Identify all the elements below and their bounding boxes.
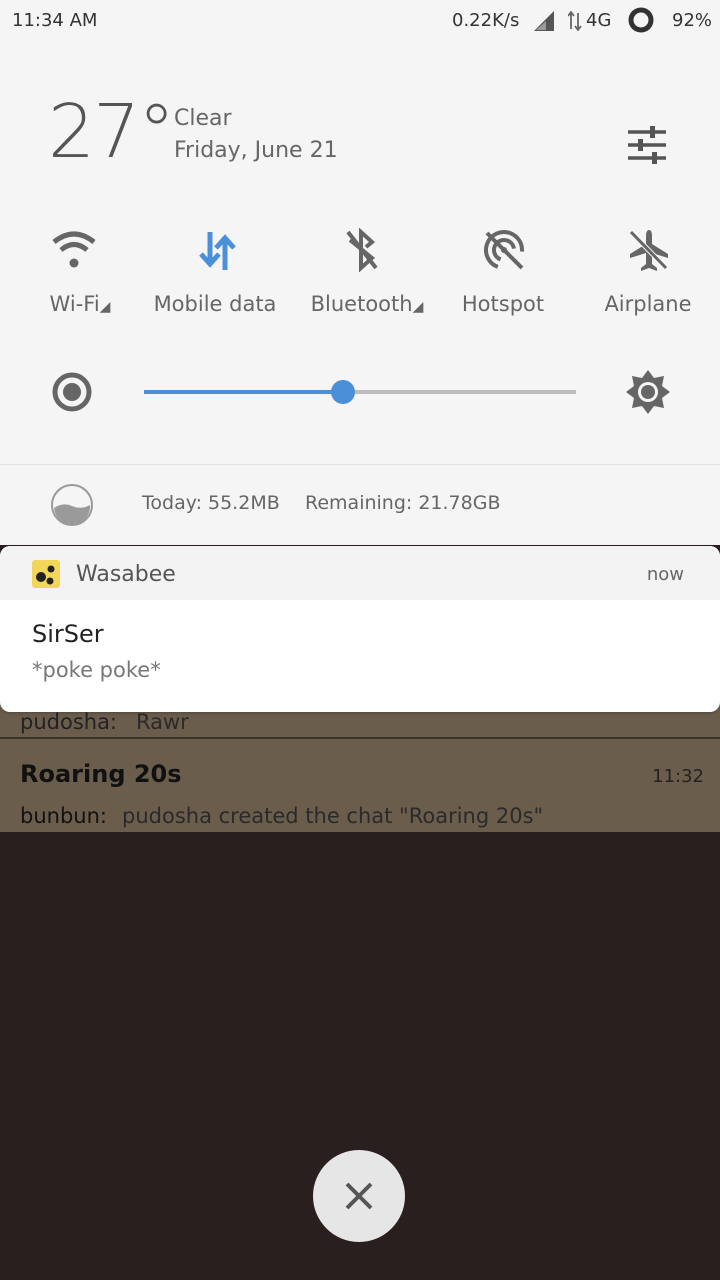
mobile-data-toggle[interactable]	[198, 228, 236, 278]
weather-date: Friday, June 21	[174, 138, 338, 163]
hotspot-off-icon	[484, 230, 524, 270]
battery-ring-icon	[627, 6, 655, 38]
clear-notifications-button[interactable]	[313, 1150, 405, 1242]
notification-shade: 11:34 AM 0.22K/s 4G 92% 27° Clear Friday…	[0, 0, 720, 545]
wifi-label: Wi-Fi◢	[49, 292, 111, 316]
status-time: 11:34 AM	[12, 10, 98, 31]
mobile-data-label: Mobile data	[153, 292, 277, 316]
notification-text: *poke poke*	[32, 658, 161, 682]
notification-title: SirSer	[32, 620, 104, 648]
chat-last-sender: bunbun:	[20, 804, 107, 828]
chat-title[interactable]: Roaring 20s	[20, 760, 182, 788]
signal-icon	[534, 11, 556, 35]
partial-chat-message: Rawr	[136, 710, 189, 734]
data-arrows-icon	[567, 10, 582, 35]
wifi-icon	[52, 231, 96, 268]
auto-brightness-icon[interactable]	[52, 372, 92, 416]
weather-condition: Clear	[174, 106, 232, 131]
airplane-icon	[629, 230, 668, 271]
close-icon	[345, 1182, 373, 1210]
network-speed: 0.22K/s	[452, 10, 520, 31]
dropdown-triangle-icon: ◢	[99, 299, 111, 315]
brightness-slider-fill	[144, 390, 343, 394]
chat-time: 11:32	[652, 766, 704, 787]
data-usage-today: Today: 55.2MB	[142, 492, 280, 514]
status-bar: 11:34 AM 0.22K/s 4G 92%	[0, 0, 720, 40]
bluetooth-label: Bluetooth◢	[310, 292, 424, 316]
brightness-sun-icon	[624, 368, 672, 420]
wifi-toggle[interactable]	[52, 230, 96, 274]
temperature: 27°	[48, 89, 175, 175]
chat-last-message: pudosha created the chat "Roaring 20s"	[122, 804, 544, 828]
bluetooth-toggle[interactable]	[344, 227, 380, 276]
mobile-data-icon	[199, 232, 236, 270]
notification-header: Wasabee now	[0, 546, 720, 600]
data-usage-remaining: Remaining: 21.78GB	[305, 492, 501, 514]
chat-list-background: pudosha: Rawr Roaring 20s 11:32 bunbun: …	[0, 700, 720, 832]
brightness-slider-track[interactable]	[144, 380, 576, 404]
dropdown-triangle-icon: ◢	[412, 299, 424, 315]
brightness-slider-thumb[interactable]	[331, 380, 355, 404]
hotspot-label: Hotspot	[461, 292, 545, 316]
notification-card[interactable]: Wasabee now SirSer *poke poke*	[0, 546, 720, 712]
chat-divider	[0, 737, 720, 739]
data-usage-icon	[50, 483, 94, 531]
battery-percent: 92%	[672, 10, 713, 31]
settings-sliders-icon[interactable]	[628, 126, 668, 168]
hotspot-toggle[interactable]	[482, 228, 526, 276]
notification-time: now	[646, 564, 684, 585]
shade-divider	[0, 464, 720, 465]
network-type: 4G	[586, 10, 612, 31]
notification-app-name: Wasabee	[76, 562, 176, 587]
bluetooth-off-icon	[346, 227, 378, 273]
airplane-label: Airplane	[604, 292, 692, 316]
wasabee-app-icon	[32, 560, 60, 588]
partial-chat-sender: pudosha:	[20, 710, 118, 734]
airplane-toggle[interactable]	[628, 228, 670, 276]
